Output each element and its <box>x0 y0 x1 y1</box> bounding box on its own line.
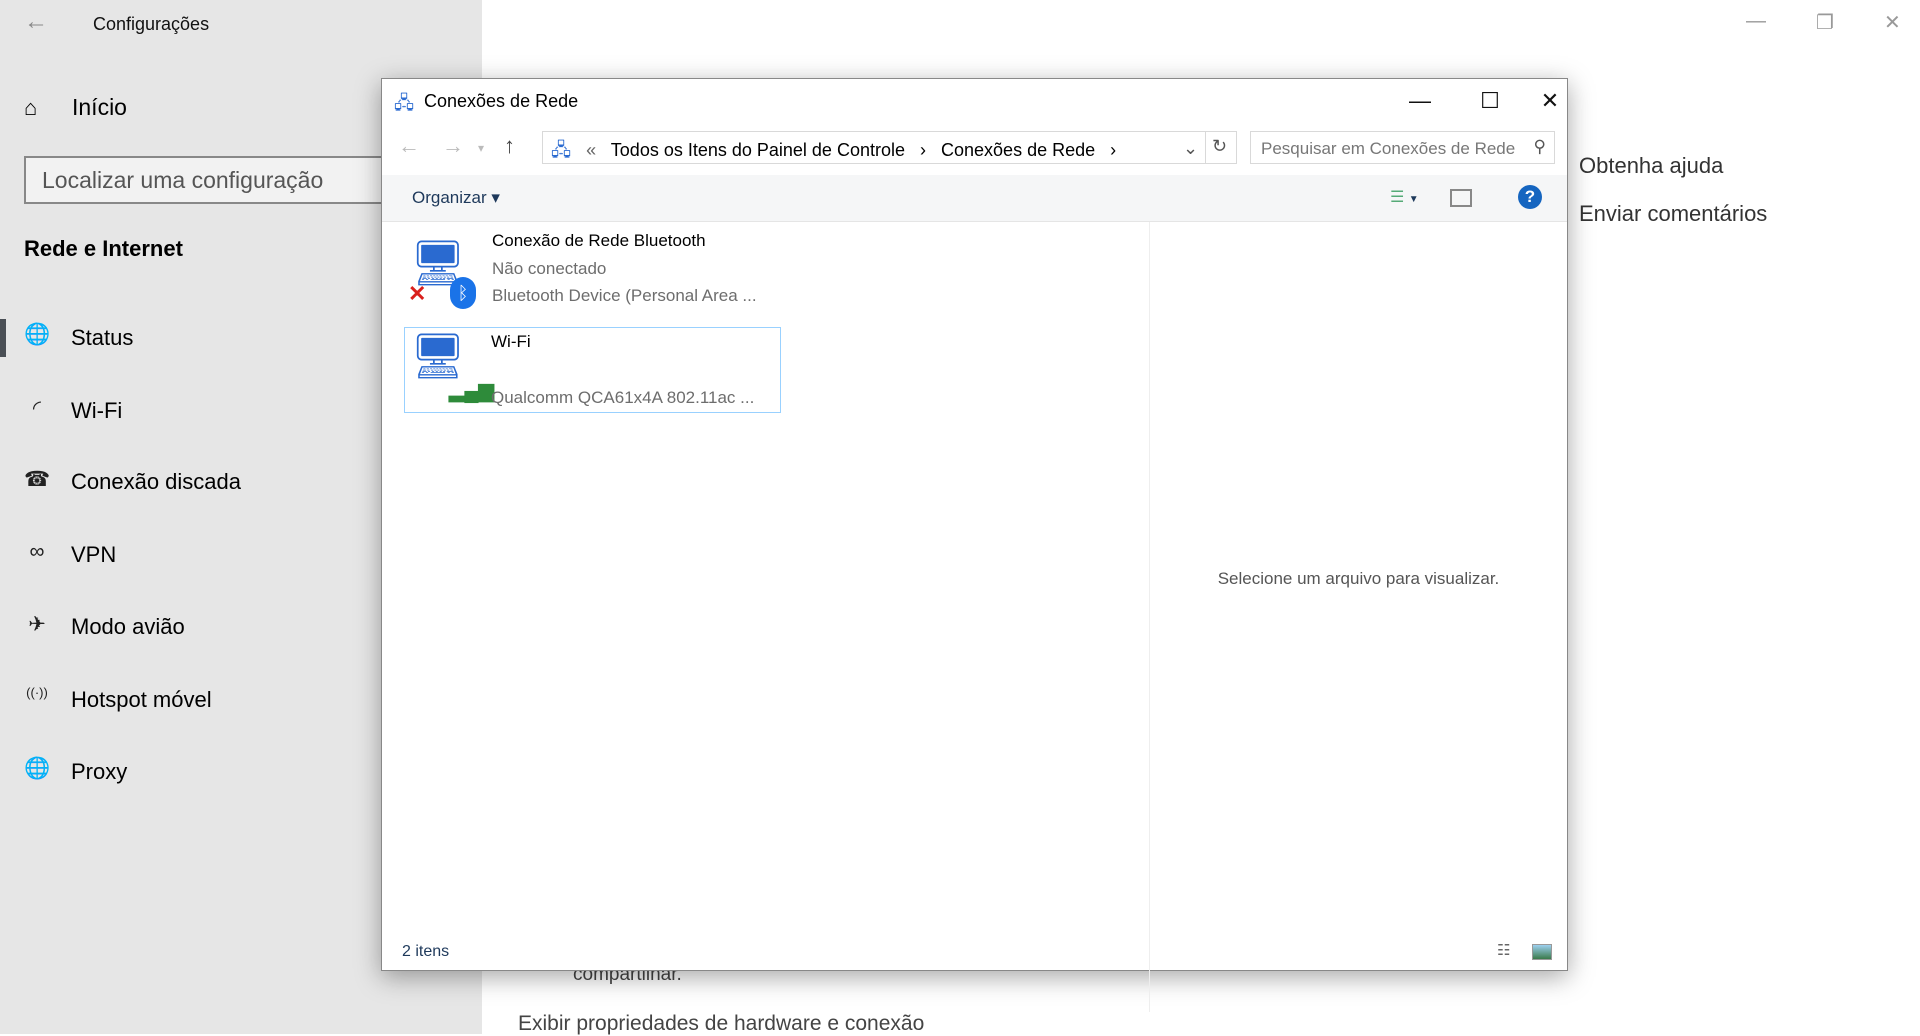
list-item-bluetooth[interactable]: 🖥 ✕ ᛒ Conexão de Rede Bluetooth Não cone… <box>404 231 824 309</box>
preview-divider[interactable] <box>1149 222 1150 1012</box>
recent-dropdown[interactable]: ▾ <box>478 141 484 155</box>
get-help-link[interactable]: Obtenha ajuda <box>1579 153 1723 179</box>
window-title: Conexões de Rede <box>424 91 579 111</box>
large-icons-view-icon[interactable] <box>1532 944 1552 960</box>
airplane-icon: ✈ <box>28 613 46 636</box>
window-maximize-button[interactable]: ☐ <box>1462 83 1518 119</box>
section-title: Rede e Internet <box>24 236 183 261</box>
back-button[interactable]: ← <box>398 133 420 159</box>
home-icon: ⌂ <box>24 95 38 120</box>
explorer-search-input[interactable]: Pesquisar em Conexões de Rede ⚲ <box>1250 131 1555 164</box>
up-button[interactable]: ↑ <box>504 133 515 159</box>
sidebar-item-label: Hotspot móvel <box>71 687 212 712</box>
bluetooth-icon: ᛒ <box>450 277 476 309</box>
search-icon: ⚲ <box>1533 137 1546 156</box>
preview-placeholder: Selecione um arquivo para visualizar. <box>1217 569 1500 588</box>
details-view-icon[interactable]: ☷ <box>1497 941 1510 959</box>
hotspot-icon: ((·)) <box>26 685 48 700</box>
sidebar-item-label: VPN <box>71 542 117 567</box>
address-bar[interactable]: 🖧 « Todos os Itens do Painel de Controle… <box>542 131 1237 164</box>
dialup-icon: ☎ <box>24 468 51 491</box>
network-computer-icon: 🖥 <box>410 332 466 381</box>
back-arrow-icon[interactable]: ← <box>24 8 48 36</box>
settings-search-input[interactable]: Localizar uma configuração <box>24 156 424 204</box>
feedback-link[interactable]: Enviar comentários <box>1579 201 1767 227</box>
restore-button[interactable]: ❐ <box>1816 10 1834 35</box>
command-bar: Organizar ▾ ☰ ▼ ? <box>382 175 1567 222</box>
change-view-icon[interactable]: ☰ ▼ <box>1390 187 1419 207</box>
organize-menu[interactable]: Organizar ▾ <box>412 188 500 208</box>
signal-bars-icon: ▂▄▆ <box>449 380 494 402</box>
close-button[interactable]: ✕ <box>1884 10 1901 35</box>
sidebar-item-label: Modo avião <box>71 614 185 639</box>
minimize-button[interactable]: — <box>1746 10 1766 33</box>
home-link[interactable]: ⌂ Início <box>24 94 324 121</box>
sidebar-item-label: Status <box>71 325 134 350</box>
wifi-icon: ◜ <box>32 397 42 420</box>
refresh-icon[interactable]: ↻ <box>1205 132 1233 163</box>
hardware-properties-link[interactable]: Exibir propriedades de hardware e conexã… <box>518 1012 924 1036</box>
globe-icon: 🌐 <box>24 757 51 780</box>
window-minimize-button[interactable]: — <box>1392 83 1448 119</box>
address-dropdown-icon[interactable]: ⌄ <box>1183 138 1198 159</box>
disconnected-x-icon: ✕ <box>408 281 427 306</box>
window-close-button[interactable]: ✕ <box>1532 83 1568 119</box>
network-folder-icon: 🖧 <box>394 93 415 113</box>
breadcrumb-control-panel[interactable]: Todos os Itens do Painel de Controle <box>611 140 905 160</box>
globe-icon: 🌐 <box>24 323 51 346</box>
app-title: Configurações <box>93 14 210 34</box>
sidebar-item-label: Wi-Fi <box>71 398 123 423</box>
network-folder-icon: 🖧 <box>551 140 572 160</box>
breadcrumb-network-connections[interactable]: Conexões de Rede <box>941 140 1095 160</box>
preview-pane-icon[interactable] <box>1450 189 1472 207</box>
sidebar-item-label: Conexão discada <box>71 469 242 494</box>
sidebar-item-label: Proxy <box>71 759 128 784</box>
selected-indicator <box>0 319 6 357</box>
help-icon[interactable]: ? <box>1518 185 1542 209</box>
status-item-count: 2 itens <box>402 943 450 960</box>
vpn-icon: ∞ <box>29 540 45 563</box>
network-connections-window: 🖧 Conexões de Rede — ☐ ✕ ← → ▾ ↑ 🖧 « Tod… <box>381 78 1568 1012</box>
list-item-wifi[interactable]: 🖥 ▂▄▆ Wi-Fi Qualcomm QCA61x4A 802.11ac .… <box>404 327 781 413</box>
forward-button[interactable]: → <box>442 133 464 159</box>
